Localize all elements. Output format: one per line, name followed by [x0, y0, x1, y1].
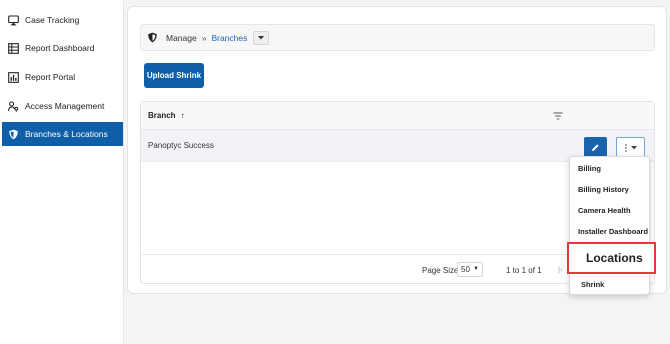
shield-icon [147, 32, 158, 43]
menu-item-shrink[interactable]: Shrink [570, 274, 651, 295]
sidebar-item-access-management[interactable]: Access Management [2, 94, 123, 118]
filter-icon[interactable] [553, 111, 563, 121]
sidebar-item-label: Access Management [25, 101, 105, 111]
menu-item-billing-history[interactable]: Billing History [570, 179, 651, 200]
more-actions-button[interactable] [616, 137, 645, 158]
users-key-icon [8, 100, 19, 112]
breadcrumb: Manage » Branches [140, 24, 655, 51]
menu-item-installer-dashboard[interactable]: Installer Dashboard [570, 221, 651, 242]
breadcrumb-dropdown-button[interactable] [253, 30, 270, 45]
vertical-dots-icon [624, 143, 627, 152]
page-size-label: Page Size: [422, 266, 461, 275]
bar-chart-icon [8, 71, 19, 83]
sidebar-item-case-tracking[interactable]: Case Tracking [2, 8, 123, 32]
sidebar: Case Tracking Report Dashboard Report Po… [0, 0, 124, 344]
pencil-icon [592, 144, 599, 151]
edit-button[interactable] [584, 137, 607, 158]
more-actions-menu: Billing Billing History Camera Health In… [567, 156, 656, 295]
column-header-branch[interactable]: Branch [148, 111, 176, 120]
sidebar-item-label: Case Tracking [25, 15, 80, 25]
menu-item-camera-health[interactable]: Camera Health [570, 200, 651, 221]
upload-shrink-button[interactable]: Upload Shrink [144, 63, 204, 88]
sidebar-item-report-dashboard[interactable]: Report Dashboard [2, 36, 123, 60]
sidebar-item-label: Report Portal [25, 72, 76, 82]
breadcrumb-separator: » [201, 32, 207, 43]
page-size-select[interactable]: 50 ▼ [457, 262, 483, 277]
sidebar-item-label: Branches & Locations [25, 129, 108, 139]
shield-icon [8, 129, 19, 140]
breadcrumb-current[interactable]: Branches [211, 33, 247, 43]
monitor-icon [8, 14, 19, 26]
grid-header: Branch ↑ [141, 102, 654, 130]
page-size-value: 50 [461, 265, 470, 274]
breadcrumb-root: Manage [166, 32, 197, 43]
page-range-text: 1 to 1 of 1 [506, 266, 542, 275]
caret-down-icon: ▼ [473, 266, 479, 272]
sidebar-item-report-portal[interactable]: Report Portal [2, 65, 123, 89]
menu-item-billing[interactable]: Billing [570, 158, 651, 179]
caret-down-icon [258, 35, 265, 39]
branch-name-cell: Panoptyc Success [148, 141, 214, 150]
first-page-button[interactable]: |‹ [558, 265, 563, 274]
menu-item-locations[interactable]: Locations [567, 242, 656, 274]
grid-list-icon [8, 42, 19, 54]
sort-ascending-icon[interactable]: ↑ [181, 111, 185, 120]
caret-down-icon [630, 145, 637, 149]
sidebar-item-label: Report Dashboard [25, 43, 95, 53]
sidebar-item-branches-locations[interactable]: Branches & Locations [2, 122, 123, 146]
